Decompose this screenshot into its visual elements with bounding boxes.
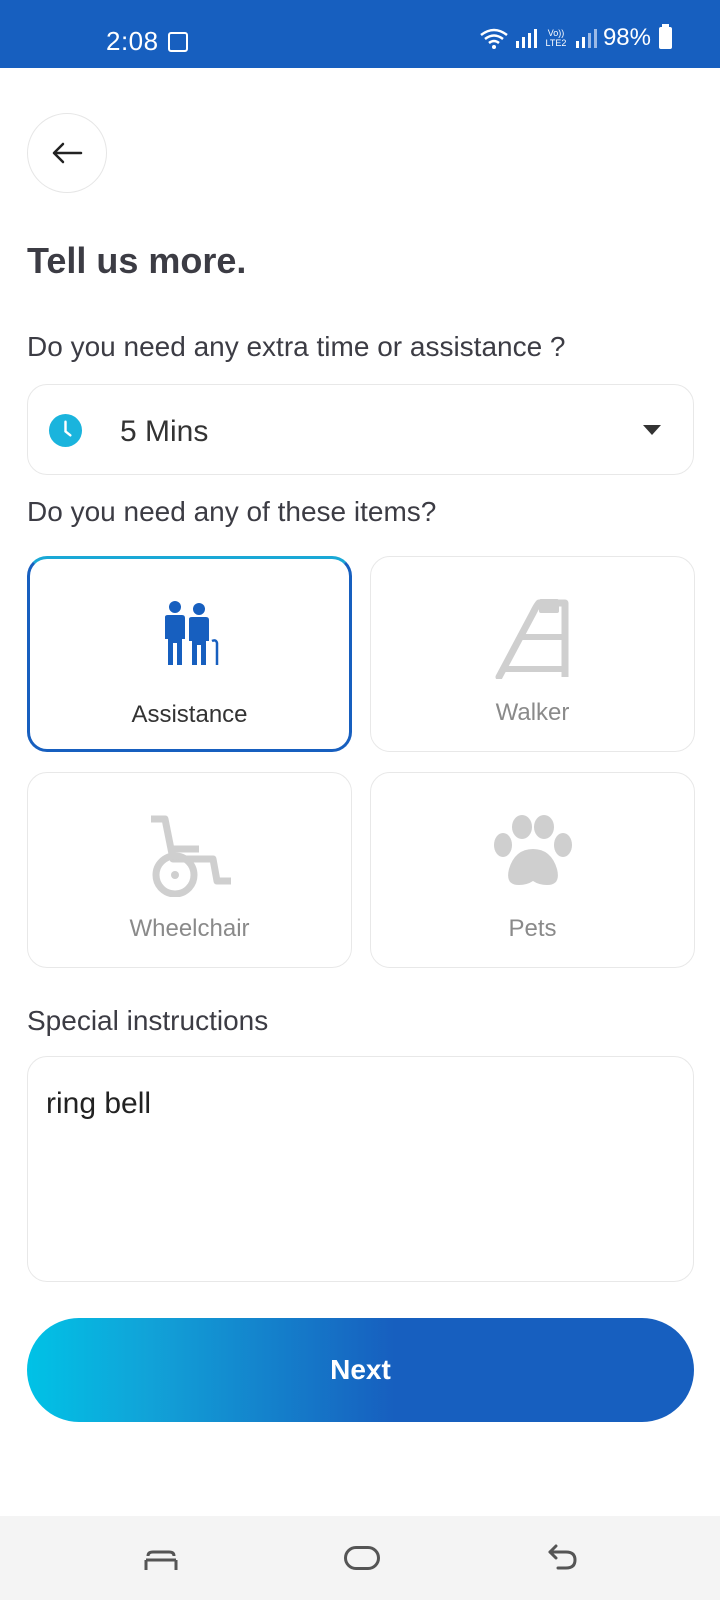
special-instructions-field[interactable]: ring bell — [27, 1056, 694, 1282]
items-question: Do you need any of these items? — [27, 496, 437, 527]
item-label: Wheelchair — [129, 915, 250, 942]
extra-time-select[interactable]: 5 Mins — [27, 384, 694, 475]
signal-icon — [515, 29, 537, 48]
system-back-icon[interactable] — [548, 1542, 578, 1572]
wheelchair-icon — [150, 815, 231, 897]
special-instructions-value: ring bell — [46, 1087, 152, 1120]
item-card-wheelchair[interactable]: Wheelchair — [27, 772, 352, 968]
recent-apps-icon[interactable] — [144, 1550, 178, 1572]
item-card-assistance[interactable]: Assistance — [27, 556, 352, 752]
network-type-label: Vo)) LTE2 — [545, 28, 567, 48]
people-assistance-icon — [164, 601, 218, 665]
status-indicators: Vo)) LTE2 98% — [479, 24, 672, 52]
extra-time-question: Do you need any extra time or assistance… — [27, 331, 566, 362]
battery-icon — [659, 24, 672, 49]
status-bar: 2:08 Vo)) LTE2 98% — [0, 0, 720, 68]
back-button[interactable] — [27, 113, 107, 193]
item-card-pets[interactable]: Pets — [370, 772, 695, 968]
page-title: Tell us more. — [27, 240, 247, 281]
status-time: 2:08 — [106, 26, 159, 56]
item-label: Walker — [495, 699, 570, 726]
image-notification-icon — [168, 32, 188, 52]
wifi-icon — [480, 28, 508, 49]
special-instructions-label: Special instructions — [27, 1005, 269, 1036]
item-label: Pets — [508, 915, 557, 942]
extra-time-value: 5 Mins — [120, 415, 209, 448]
system-nav-bar — [0, 1516, 720, 1600]
walker-icon — [495, 599, 568, 679]
item-card-walker[interactable]: Walker — [370, 556, 695, 752]
signal-2-icon — [575, 29, 597, 48]
home-button-icon[interactable] — [344, 1546, 380, 1570]
paw-icon — [493, 815, 572, 885]
clock-icon — [48, 413, 83, 448]
battery-percent: 98% — [602, 24, 651, 51]
chevron-down-icon — [643, 425, 661, 435]
arrow-left-icon — [52, 142, 83, 164]
next-button[interactable]: Next — [27, 1318, 694, 1422]
item-label: Assistance — [131, 701, 248, 728]
